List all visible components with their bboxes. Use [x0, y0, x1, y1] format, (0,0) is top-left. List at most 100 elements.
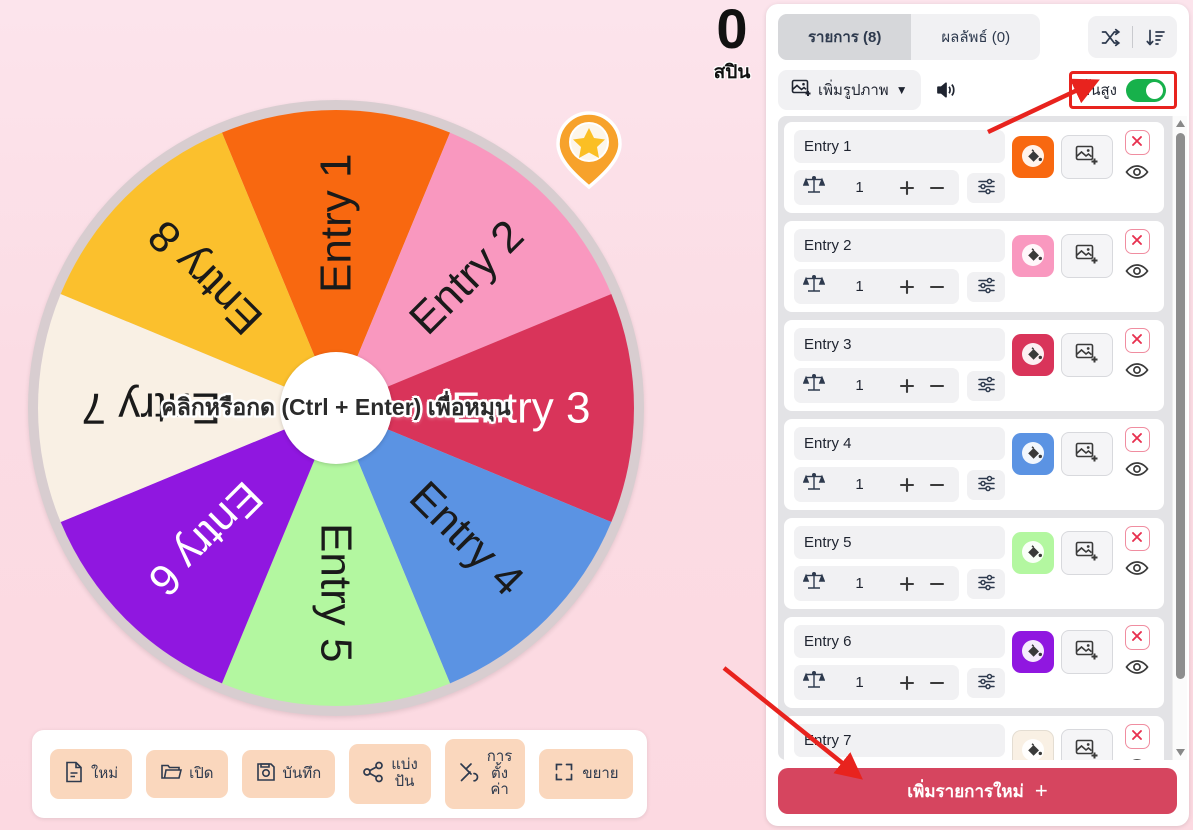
entry-weight-decrease[interactable] — [924, 475, 950, 495]
entry-card: 1 — [784, 221, 1164, 312]
scroll-down-arrow-icon[interactable] — [1175, 745, 1185, 760]
entry-side-actions — [1120, 625, 1154, 678]
entry-fields: 1 — [794, 724, 1005, 760]
sort-descending-icon[interactable] — [1133, 16, 1177, 58]
sliders-icon — [977, 276, 996, 298]
entry-color-button[interactable] — [1012, 235, 1054, 277]
entry-advanced-settings-button[interactable] — [967, 469, 1005, 500]
balance-scale-icon — [802, 472, 826, 497]
balance-scale-icon — [802, 175, 826, 200]
add-entry-button[interactable]: เพิ่มรายการใหม่ + — [778, 768, 1177, 814]
wheel-hub[interactable] — [280, 352, 392, 464]
entry-name-input[interactable] — [794, 625, 1005, 658]
add-image-icon — [1075, 145, 1099, 169]
entry-weight-decrease[interactable] — [924, 574, 950, 594]
entry-name-input[interactable] — [794, 526, 1005, 559]
entry-weight-value: 1 — [855, 674, 864, 691]
wheel-segment-label: Entry 1 — [312, 154, 361, 293]
entry-weight-decrease[interactable] — [924, 277, 950, 297]
entry-side-actions — [1120, 724, 1154, 760]
tab-results[interactable]: ผลลัพธ์ (0) — [911, 14, 1040, 60]
entry-add-image-button[interactable] — [1061, 531, 1113, 575]
list-tools — [1088, 16, 1177, 58]
entry-weight-decrease[interactable] — [924, 673, 950, 693]
scrollbar-track[interactable] — [1173, 131, 1187, 745]
sliders-icon — [977, 573, 996, 595]
entry-visibility-toggle[interactable] — [1125, 362, 1149, 381]
entry-color-button[interactable] — [1012, 334, 1054, 376]
entry-add-image-button[interactable] — [1061, 135, 1113, 179]
tab-entries[interactable]: รายการ (8) — [778, 14, 912, 60]
entry-side-actions — [1120, 130, 1154, 183]
wheel-segment-label: Entry 5 — [312, 523, 361, 662]
entry-weight-increase[interactable] — [894, 574, 920, 594]
entry-visibility-toggle[interactable] — [1125, 758, 1149, 760]
entry-advanced-settings-button[interactable] — [967, 568, 1005, 599]
entry-weight-increase[interactable] — [894, 376, 920, 396]
entry-name-input[interactable] — [794, 328, 1005, 361]
entry-name-input[interactable] — [794, 130, 1005, 163]
entry-weight-increase[interactable] — [894, 277, 920, 297]
entry-advanced-settings-button[interactable] — [967, 667, 1005, 698]
entry-weight-decrease[interactable] — [924, 178, 950, 198]
entry-delete-button[interactable] — [1124, 229, 1150, 254]
entry-weight-increase[interactable] — [894, 178, 920, 198]
entry-name-input[interactable] — [794, 724, 1005, 757]
entry-color-button[interactable] — [1012, 532, 1054, 574]
sound-on-icon[interactable] — [931, 77, 961, 103]
entry-weight-decrease[interactable] — [924, 376, 950, 396]
entry-advanced-settings-button[interactable] — [967, 370, 1005, 401]
toolbar-button-new[interactable]: ใหม่ — [50, 749, 133, 799]
entry-color-button[interactable] — [1012, 631, 1054, 673]
entry-list: 1 — [778, 116, 1172, 760]
entry-advanced-settings-button[interactable] — [967, 271, 1005, 302]
entry-delete-button[interactable] — [1124, 526, 1150, 551]
scrollbar-thumb[interactable] — [1176, 133, 1185, 680]
sliders-icon — [977, 474, 996, 496]
balance-scale-icon — [802, 274, 826, 299]
entry-visibility-toggle[interactable] — [1125, 560, 1149, 579]
tabs-row: รายการ (8) ผลลัพธ์ (0) — [778, 14, 1177, 60]
entry-delete-button[interactable] — [1124, 130, 1150, 155]
entry-add-image-button[interactable] — [1061, 432, 1113, 476]
entry-visibility-toggle[interactable] — [1125, 659, 1149, 678]
toolbar-button-save[interactable]: บันทึก — [241, 750, 336, 798]
entry-add-image-button[interactable] — [1061, 630, 1113, 674]
entry-name-input[interactable] — [794, 427, 1005, 460]
scroll-up-arrow-icon[interactable] — [1175, 116, 1185, 131]
toolbar-button-expand[interactable]: ขยาย — [539, 749, 633, 799]
entry-weight-box: 1 — [794, 566, 959, 601]
entry-weight-box: 1 — [794, 467, 959, 502]
entry-fields: 1 — [794, 130, 1005, 205]
entry-color-button[interactable] — [1012, 136, 1054, 178]
entry-add-image-button[interactable] — [1061, 234, 1113, 278]
add-image-dropdown[interactable]: เพิ่มรูปภาพ ▼ — [778, 70, 921, 110]
entry-delete-button[interactable] — [1124, 427, 1150, 452]
toolbar-button-settings[interactable]: การตั้งค่า — [444, 738, 526, 810]
entry-list-scrollbar[interactable] — [1172, 116, 1187, 760]
entry-delete-button[interactable] — [1124, 625, 1150, 650]
entry-color-button[interactable] — [1012, 433, 1054, 475]
toolbar-button-share[interactable]: แบ่งปัน — [349, 744, 431, 804]
toolbar-button-open[interactable]: เปิด — [146, 750, 228, 798]
entry-weight-increase[interactable] — [894, 673, 920, 693]
shuffle-icon[interactable] — [1088, 16, 1132, 58]
entry-delete-button[interactable] — [1124, 328, 1150, 353]
entry-visibility-toggle[interactable] — [1125, 263, 1149, 282]
entry-color-button[interactable] — [1012, 730, 1054, 760]
entry-add-image-button[interactable] — [1061, 333, 1113, 377]
close-icon — [1131, 333, 1143, 348]
spin-wheel[interactable]: Entry 1 Entry 2 Entry 3 Entry 4 Entry 5 Entry… — [28, 100, 644, 716]
entry-side-actions — [1120, 427, 1154, 480]
entry-add-image-button[interactable] — [1061, 729, 1113, 760]
add-image-icon — [1075, 640, 1099, 664]
chevron-down-icon: ▼ — [895, 83, 908, 97]
entry-visibility-toggle[interactable] — [1125, 164, 1149, 183]
entry-name-input[interactable] — [794, 229, 1005, 262]
entry-weight-increase[interactable] — [894, 475, 920, 495]
entry-delete-button[interactable] — [1124, 724, 1150, 749]
entry-visibility-toggle[interactable] — [1125, 461, 1149, 480]
entry-advanced-settings-button[interactable] — [967, 172, 1005, 203]
advanced-toggle[interactable] — [1126, 78, 1166, 102]
balance-scale-icon — [802, 571, 826, 596]
